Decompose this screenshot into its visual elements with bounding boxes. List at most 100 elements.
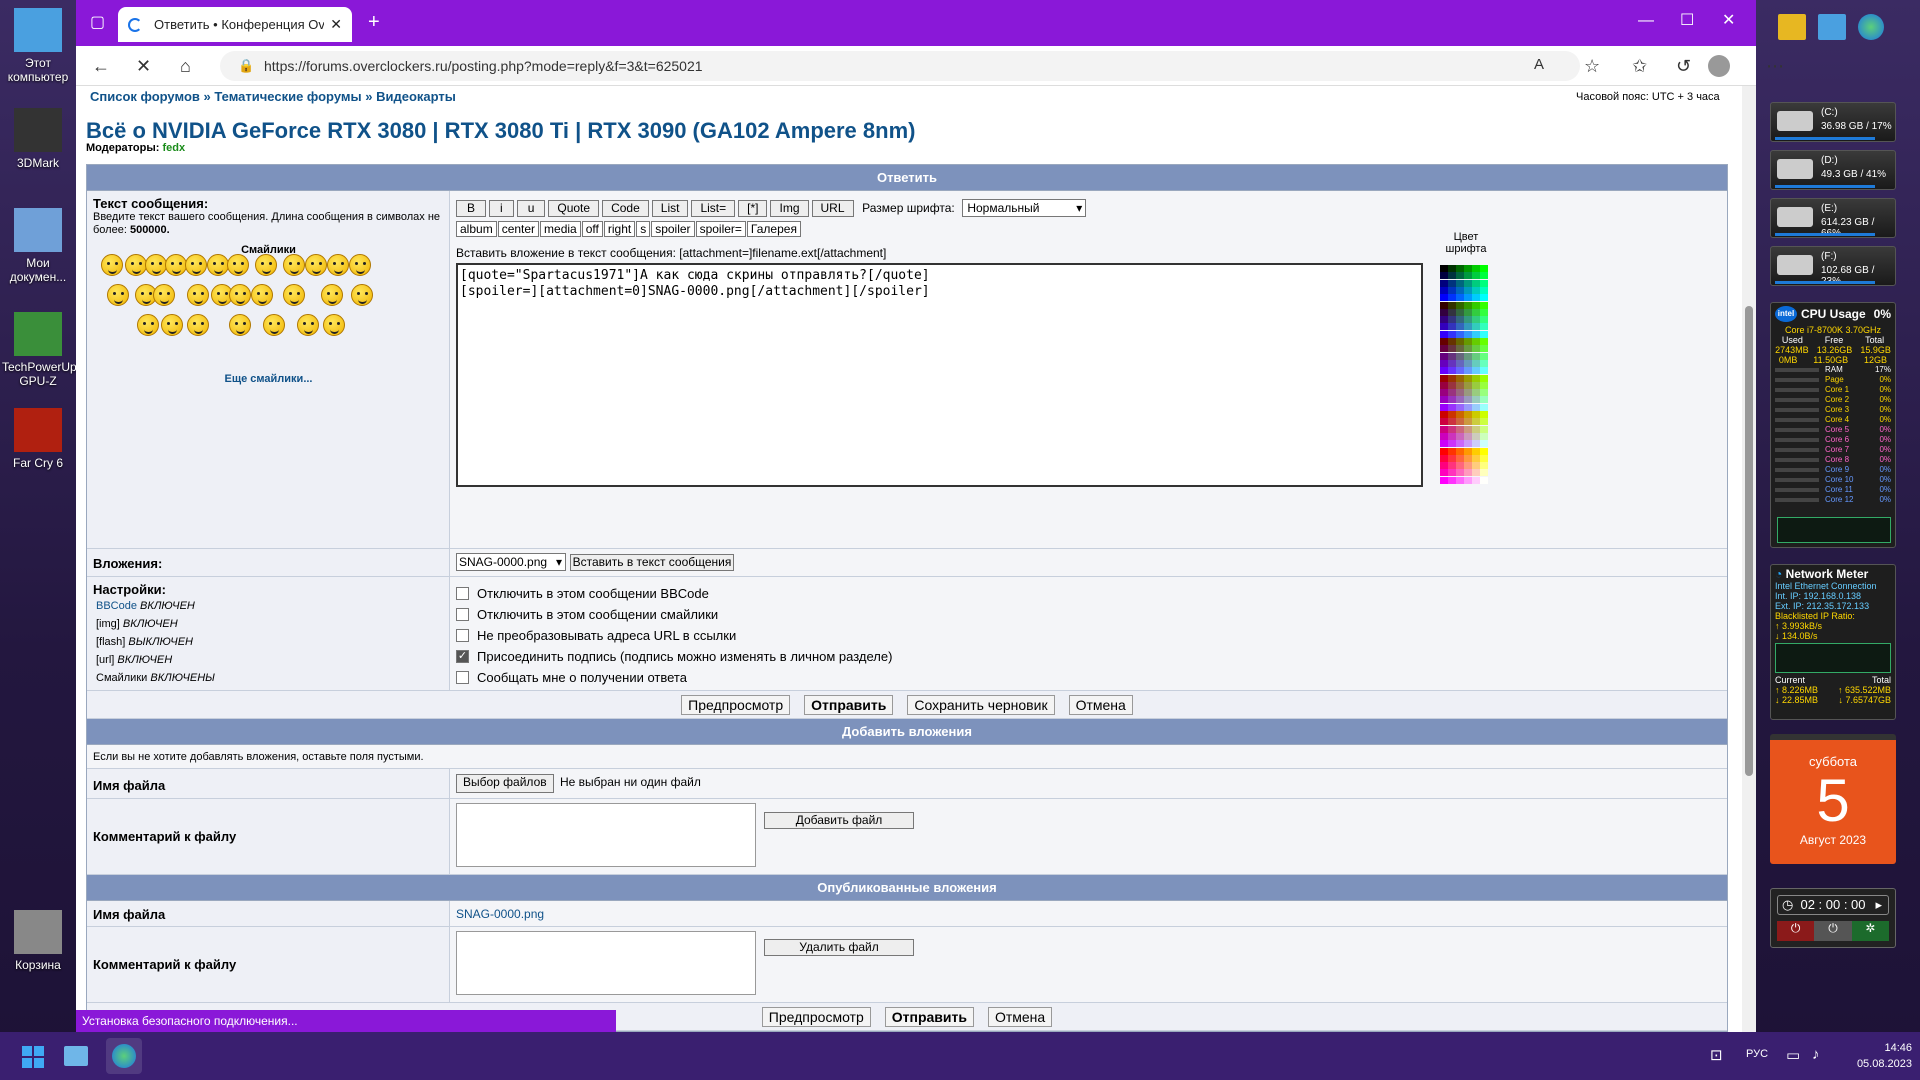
color-swatch[interactable] [1456,381,1464,389]
color-swatch[interactable] [1480,308,1488,316]
smiley-icon[interactable] [229,284,251,306]
clock[interactable]: 14:46 05.08.2023 [1840,1040,1912,1072]
preview-button[interactable]: Предпросмотр [681,694,791,715]
color-swatch[interactable] [1456,345,1464,353]
smiley-icon[interactable] [227,254,249,276]
color-swatch[interactable] [1440,425,1448,433]
color-swatch[interactable] [1448,316,1456,324]
color-swatch[interactable] [1448,323,1456,331]
volume-icon[interactable]: ♪ [1812,1046,1820,1063]
font-size-select[interactable]: Нормальный ▾ [962,199,1087,217]
color-swatch[interactable] [1464,359,1472,367]
color-swatch[interactable] [1440,316,1448,324]
bbcode-button[interactable]: album [456,221,497,237]
smiley-icon[interactable] [297,314,319,336]
color-swatch[interactable] [1448,469,1456,477]
color-swatch[interactable] [1464,381,1472,389]
color-swatch[interactable] [1480,294,1488,302]
color-swatch[interactable] [1464,345,1472,353]
smiley-icon[interactable] [305,254,327,276]
option-row[interactable]: Не преобразовывать адреса URL в ссылки [456,625,1721,646]
color-swatch[interactable] [1440,447,1448,455]
smiley-icon[interactable] [187,314,209,336]
close-window-icon[interactable]: ✕ [1722,13,1735,29]
color-swatch[interactable] [1464,454,1472,462]
color-swatch[interactable] [1472,425,1480,433]
color-swatch[interactable] [1472,447,1480,455]
bbcode-button[interactable]: Галерея [746,221,801,237]
smiley-icon[interactable] [321,284,343,306]
color-swatch[interactable] [1464,338,1472,345]
color-swatch[interactable] [1464,440,1472,448]
color-swatch[interactable] [1464,272,1472,280]
color-swatch[interactable] [1472,367,1480,375]
smiley-icon[interactable] [349,254,371,276]
edge-icon[interactable] [1858,14,1884,40]
color-swatch[interactable] [1480,374,1488,382]
color-swatch[interactable] [1472,301,1480,309]
color-swatch[interactable] [1440,286,1448,294]
color-swatch[interactable] [1440,418,1448,426]
color-swatch[interactable] [1472,272,1480,280]
network-tray-icon[interactable]: ⊡ [1710,1046,1723,1064]
bbcode-button[interactable]: spoiler= [695,221,746,237]
color-swatch[interactable] [1448,389,1456,397]
favorites-icon[interactable]: ✩ [1632,56,1647,77]
color-swatch[interactable] [1480,403,1488,411]
color-swatch[interactable] [1440,381,1448,389]
color-swatch[interactable] [1480,323,1488,331]
color-swatch[interactable] [1472,308,1480,316]
color-swatch[interactable] [1480,411,1488,418]
color-swatch[interactable] [1472,469,1480,477]
stop-icon[interactable]: ✕ [136,56,151,77]
color-swatch[interactable] [1448,462,1456,470]
color-swatch[interactable] [1464,403,1472,411]
color-swatch[interactable] [1480,418,1488,426]
option-row[interactable]: ✓ Присоединить подпись (подпись можно изм… [456,646,1721,667]
color-swatch[interactable] [1464,279,1472,287]
color-swatch[interactable] [1456,389,1464,397]
bbcode-button[interactable]: u [516,200,546,217]
smiley-icon[interactable] [283,284,305,306]
color-swatch[interactable] [1472,440,1480,448]
color-swatch[interactable] [1456,272,1464,280]
posted-file-link[interactable]: SNAG-0000.png [450,901,1727,926]
color-swatch[interactable] [1440,352,1448,360]
taskbar-edge-button[interactable] [106,1038,142,1074]
option-checkbox[interactable] [456,608,469,621]
color-swatch[interactable] [1440,454,1448,462]
smiley-icon[interactable] [125,254,147,276]
play-icon[interactable]: ▸ [1875,896,1882,914]
color-swatch[interactable] [1464,374,1472,382]
color-swatch[interactable] [1464,301,1472,309]
tab-actions-icon[interactable]: ▢ [90,15,105,31]
color-swatch[interactable] [1440,403,1448,411]
smiley-icon[interactable] [229,314,251,336]
control-panel-icon[interactable] [1818,14,1846,40]
color-swatch[interactable] [1448,359,1456,367]
maximize-icon[interactable]: ☐ [1680,13,1694,29]
color-swatch[interactable] [1472,476,1480,484]
color-swatch[interactable] [1448,454,1456,462]
breadcrumb-thematic[interactable]: Тематические форумы [214,89,361,104]
settings-icon[interactable]: ✲ [1851,921,1889,941]
color-swatch[interactable] [1472,286,1480,294]
color-swatch[interactable] [1456,330,1464,338]
drive-gadget[interactable]: (C:) 36.98 GB / 17% [1770,102,1896,142]
color-swatch[interactable] [1440,359,1448,367]
color-swatch[interactable] [1456,294,1464,302]
color-swatch[interactable] [1440,411,1448,418]
browser-tab[interactable]: Ответить • Конференция Overcl ✕ [118,7,352,42]
option-checkbox[interactable] [456,629,469,642]
color-swatch[interactable] [1464,294,1472,302]
color-swatch[interactable] [1448,294,1456,302]
color-swatch[interactable] [1440,469,1448,477]
start-icon[interactable] [22,1046,44,1068]
color-swatch[interactable] [1448,418,1456,426]
bbcode-button[interactable]: Img [770,200,809,217]
color-swatch[interactable] [1472,374,1480,382]
color-swatch[interactable] [1480,381,1488,389]
color-swatch[interactable] [1464,352,1472,360]
desktop-icon[interactable]: Far Cry 6 [2,408,74,470]
preview-button-bottom[interactable]: Предпросмотр [761,1006,871,1027]
